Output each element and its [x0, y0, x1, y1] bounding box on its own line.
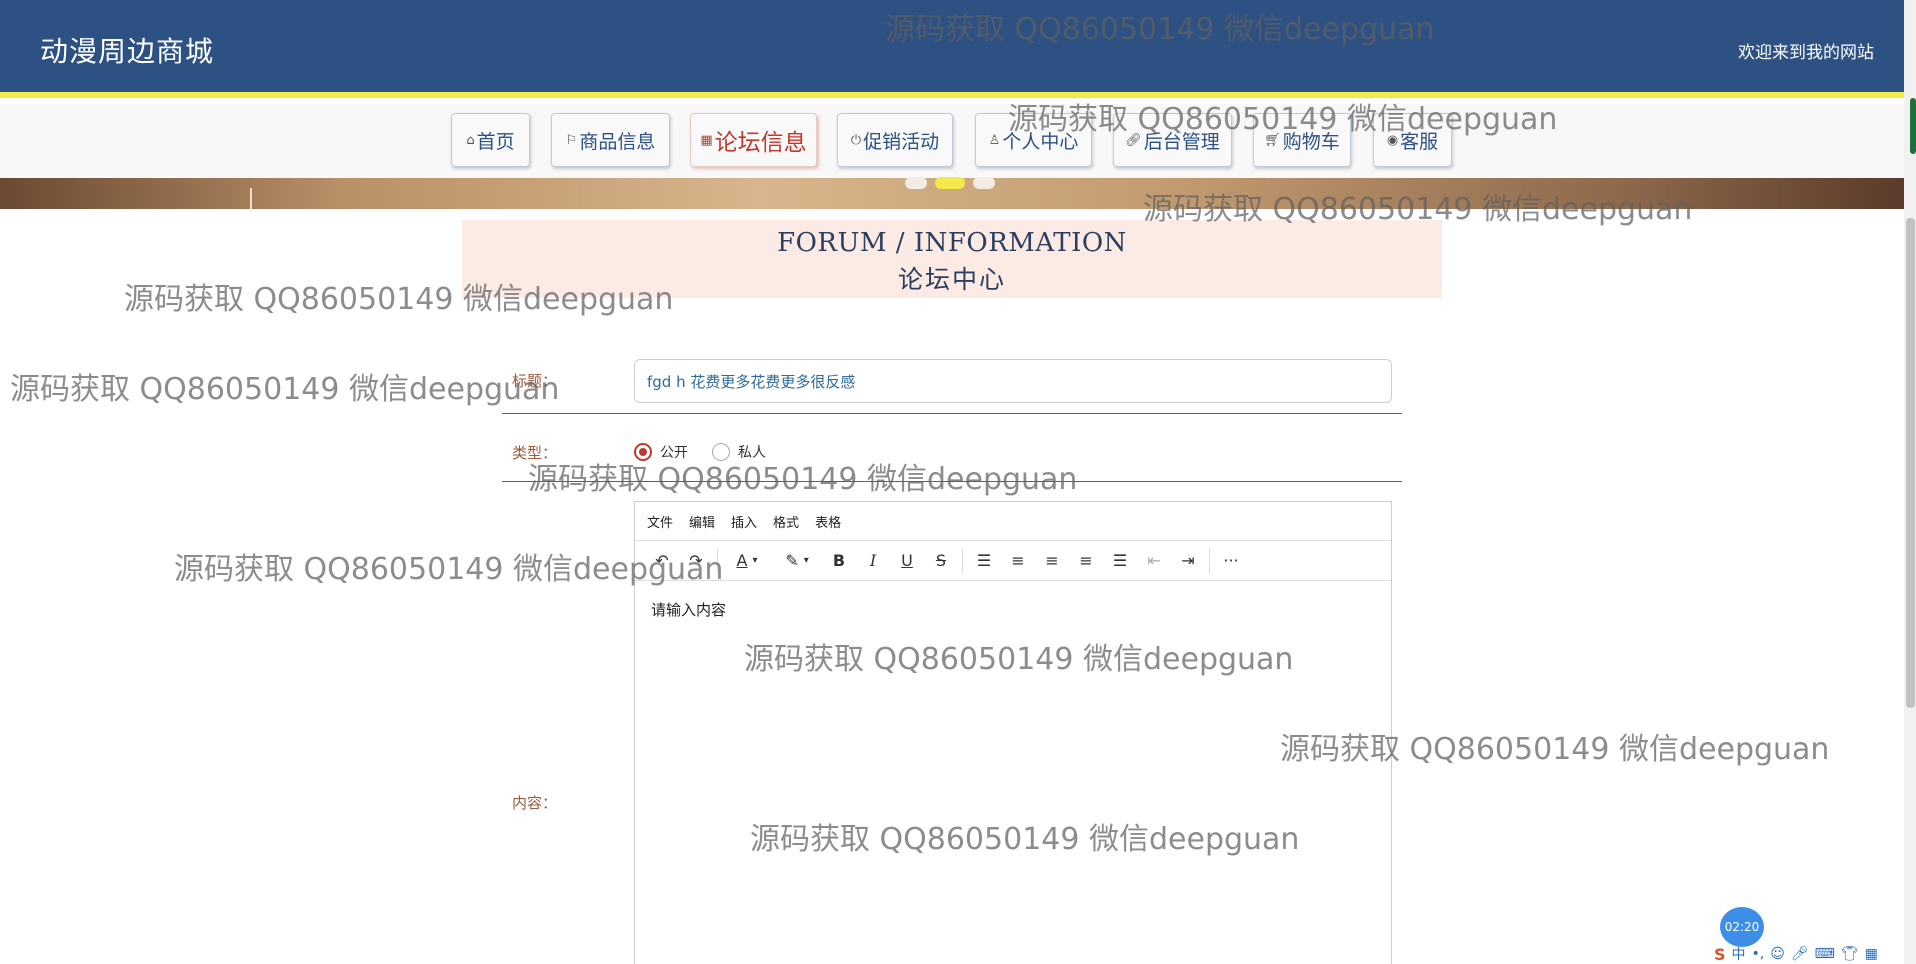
nav-admin-label: 后台管理 — [1143, 130, 1220, 153]
microphone-icon[interactable]: 🎤︎ — [1791, 946, 1809, 962]
watermark: 源码获取 QQ86050149 微信deepguan — [10, 372, 560, 407]
welcome-text: 欢迎来到我的网站 — [1738, 43, 1874, 63]
carousel-indicators — [905, 177, 995, 189]
nav-cart[interactable]: 🛒︎ 购物车 — [1253, 113, 1351, 167]
indent-icon[interactable]: ⇥ — [1171, 546, 1205, 576]
editor-toolbar: ↶ ↷ A ▾ ✎ ▾ B I U S ☰ ≡ ≡ ≡ ☰ ⇤ ⇥ ··· — [635, 541, 1391, 581]
strikethrough-icon[interactable]: S — [924, 546, 958, 576]
align-left-icon[interactable]: ≡ — [1001, 546, 1035, 576]
globe-icon: ◉ — [1386, 132, 1399, 148]
home-icon: ⌂ — [466, 132, 475, 148]
nav-forum-label: 论坛信息 — [714, 130, 807, 156]
flag-icon: ⚐ — [565, 132, 578, 148]
line-height-icon[interactable]: ☰ — [967, 546, 1001, 576]
section-title-cn: 论坛中心 — [897, 265, 1006, 294]
nav-home-label: 首页 — [476, 130, 515, 153]
divider — [502, 413, 1402, 414]
ime-toolbar[interactable]: S 中 •, ☺ 🎤︎ ⌨ 👕︎ ▦ — [1714, 944, 1878, 964]
banner-image-detail — [250, 188, 262, 209]
content-label: 内容： — [512, 794, 558, 812]
link-icon: 🔗︎ — [1125, 132, 1142, 148]
radio-unchecked-icon[interactable] — [712, 443, 730, 461]
font-color-icon[interactable]: A ▾ — [722, 546, 772, 576]
watermark: 源码获取 QQ86050149 微信deepguan — [528, 462, 1078, 497]
nav-forum[interactable]: ▦ 论坛信息 — [690, 113, 817, 167]
editor-content-area[interactable]: 请输入内容 — [635, 581, 1391, 638]
section-heading: FORUM / INFORMATION 论坛中心 — [462, 220, 1442, 298]
radio-private-label: 私人 — [738, 445, 766, 461]
menu-edit[interactable]: 编辑 — [689, 512, 715, 531]
nav-customer-service[interactable]: ◉ 客服 — [1373, 113, 1452, 167]
nav-customer-service-label: 客服 — [1400, 130, 1439, 153]
bold-icon[interactable]: B — [822, 546, 856, 576]
editor-menubar: 文件 编辑 插入 格式 表格 — [635, 502, 1391, 541]
toolbar-separator — [962, 547, 963, 574]
top-header: 动漫周边商城 欢迎来到我的网站 — [0, 0, 1904, 98]
title-input[interactable] — [634, 359, 1392, 403]
title-label: 标题： — [512, 372, 558, 390]
underline-icon[interactable]: U — [890, 546, 924, 576]
cart-icon: 🛒︎ — [1264, 132, 1281, 148]
page: 动漫周边商城 欢迎来到我的网站 ⌂ 首页 ⚐ 商品信息 ▦ 论坛信息 ⏻ 促销活动 ♙ 个… — [0, 0, 1916, 964]
ime-mode[interactable]: 中 — [1732, 944, 1746, 964]
nav-promotions[interactable]: ⏻ 促销活动 — [837, 113, 953, 167]
sogou-icon[interactable]: S — [1714, 945, 1726, 964]
justify-icon[interactable]: ☰ — [1103, 546, 1137, 576]
toolbar-separator — [1209, 547, 1210, 574]
nav-personal-center[interactable]: ♙ 个人中心 — [975, 113, 1092, 167]
align-right-icon[interactable]: ≡ — [1069, 546, 1103, 576]
nav-home[interactable]: ⌂ 首页 — [451, 113, 530, 167]
grid-icon: ▦ — [700, 132, 713, 148]
power-icon: ⏻ — [850, 132, 862, 148]
italic-icon[interactable]: I — [856, 546, 890, 576]
site-title[interactable]: 动漫周边商城 — [40, 30, 214, 70]
keyboard-icon[interactable]: ⌨ — [1815, 946, 1835, 962]
outdent-icon[interactable]: ⇤ — [1137, 546, 1171, 576]
toolbar-separator — [717, 547, 718, 574]
redo-icon[interactable]: ↷ — [679, 546, 713, 576]
rich-text-editor[interactable]: 文件 编辑 插入 格式 表格 ↶ ↷ A ▾ ✎ ▾ B I U S ☰ ≡ ≡… — [634, 501, 1392, 964]
nav-cart-label: 购物车 — [1282, 130, 1340, 153]
radio-public-label: 公开 — [660, 445, 688, 461]
nav-products[interactable]: ⚐ 商品信息 — [551, 113, 670, 167]
recording-timer: 02:20 — [1720, 907, 1764, 947]
emoji-icon[interactable]: ☺ — [1770, 946, 1785, 962]
more-icon[interactable]: ··· — [1214, 546, 1248, 576]
radio-checked-icon[interactable] — [634, 443, 652, 461]
type-radio-group: 公开 私人 — [634, 442, 780, 462]
punctuation-icon[interactable]: •, — [1752, 946, 1765, 962]
nav-promotions-label: 促销活动 — [863, 130, 940, 153]
nav-personal-center-label: 个人中心 — [1002, 130, 1079, 153]
type-label: 类型： — [512, 444, 558, 462]
skin-icon[interactable]: 👕︎ — [1841, 946, 1859, 962]
undo-icon[interactable]: ↶ — [645, 546, 679, 576]
divider — [502, 481, 1402, 482]
radio-public[interactable]: 公开 — [634, 442, 688, 462]
section-title-en: FORUM / INFORMATION — [777, 228, 1127, 258]
menu-file[interactable]: 文件 — [647, 512, 673, 531]
scrollbar-thumb[interactable] — [1906, 218, 1915, 708]
carousel-dot[interactable] — [905, 177, 927, 189]
menu-table[interactable]: 表格 — [815, 512, 841, 531]
radio-private[interactable]: 私人 — [712, 442, 766, 462]
carousel-dot-active[interactable] — [935, 177, 965, 189]
carousel-dot[interactable] — [973, 177, 995, 189]
highlight-icon[interactable]: ✎ ▾ — [772, 546, 822, 576]
side-tab[interactable] — [1910, 98, 1916, 154]
align-center-icon[interactable]: ≡ — [1035, 546, 1069, 576]
nav-products-label: 商品信息 — [579, 130, 656, 153]
user-icon: ♙ — [988, 132, 1001, 148]
menu-insert[interactable]: 插入 — [731, 512, 757, 531]
editor-placeholder: 请输入内容 — [651, 601, 727, 619]
grid-icon[interactable]: ▦ — [1865, 946, 1878, 962]
menu-format[interactable]: 格式 — [773, 512, 799, 531]
main-nav: ⌂ 首页 ⚐ 商品信息 ▦ 论坛信息 ⏻ 促销活动 ♙ 个人中心 🔗︎ 后台管理 🛒︎ 购物车… — [0, 104, 1904, 178]
nav-admin[interactable]: 🔗︎ 后台管理 — [1113, 113, 1232, 167]
